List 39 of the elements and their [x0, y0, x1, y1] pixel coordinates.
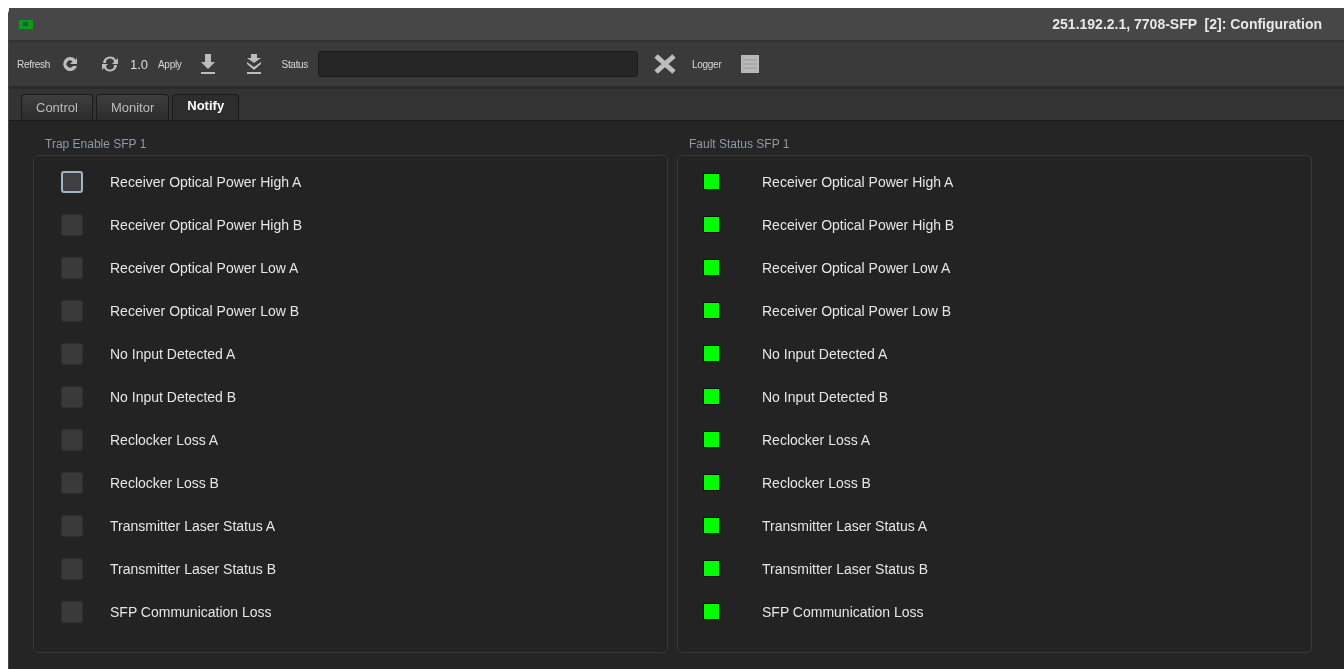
- tab[interactable]: Notify: [172, 94, 240, 120]
- section-title: Trap Enable SFP 1: [44, 137, 148, 153]
- version-label: 1.0: [129, 56, 148, 72]
- status-label: Reclocker Loss A: [762, 431, 871, 448]
- checkbox[interactable]: [61, 170, 83, 193]
- checkbox-label: Receiver Optical Power High B: [110, 216, 303, 233]
- logger-label: Logger: [692, 58, 722, 70]
- status-label: Receiver Optical Power Low A: [762, 259, 951, 276]
- tab[interactable]: Control: [21, 94, 93, 120]
- status-label: Transmitter Laser Status A: [762, 517, 928, 534]
- refresh-label: Refresh: [17, 58, 50, 70]
- status-label: Reclocker Loss B: [762, 474, 871, 491]
- checkbox-label: Receiver Optical Power Low B: [110, 302, 300, 319]
- checkbox-label: No Input Detected B: [110, 388, 237, 405]
- checkbox-label: Reclocker Loss A: [110, 431, 219, 448]
- status-label: Receiver Optical Power High B: [762, 216, 955, 233]
- checkbox-label: SFP Communication Loss: [110, 603, 272, 620]
- status-field[interactable]: [318, 51, 639, 77]
- checkbox-label: No Input Detected A: [110, 345, 236, 362]
- checkbox-label: Reclocker Loss B: [110, 474, 219, 491]
- apply-label: Apply: [158, 58, 182, 70]
- close-icon[interactable]: [654, 54, 677, 74]
- circuit-board-icon: [19, 19, 33, 29]
- checkbox-label: Receiver Optical Power Low A: [110, 259, 299, 276]
- window-title: 251.192.2.1, 7708-SFP [2]: Configuration: [1052, 16, 1322, 32]
- list-icon[interactable]: [741, 55, 760, 73]
- tab[interactable]: Monitor: [95, 94, 170, 120]
- checkbox-label: Receiver Optical Power High A: [110, 173, 302, 190]
- checkbox-label: Transmitter Laser Status A: [110, 517, 276, 534]
- section-title: Fault Status SFP 1: [688, 137, 791, 153]
- status-label: Receiver Optical Power High A: [762, 173, 954, 190]
- status-label: Status: [281, 58, 309, 70]
- status-label: No Input Detected B: [762, 388, 889, 405]
- checkbox-label: Transmitter Laser Status B: [110, 560, 276, 577]
- sync-icon[interactable]: [99, 54, 120, 74]
- status-label: SFP Communication Loss: [762, 603, 924, 620]
- status-label: Transmitter Laser Status B: [762, 560, 928, 577]
- status-label: No Input Detected A: [762, 345, 888, 362]
- status-label: Receiver Optical Power Low B: [762, 302, 952, 319]
